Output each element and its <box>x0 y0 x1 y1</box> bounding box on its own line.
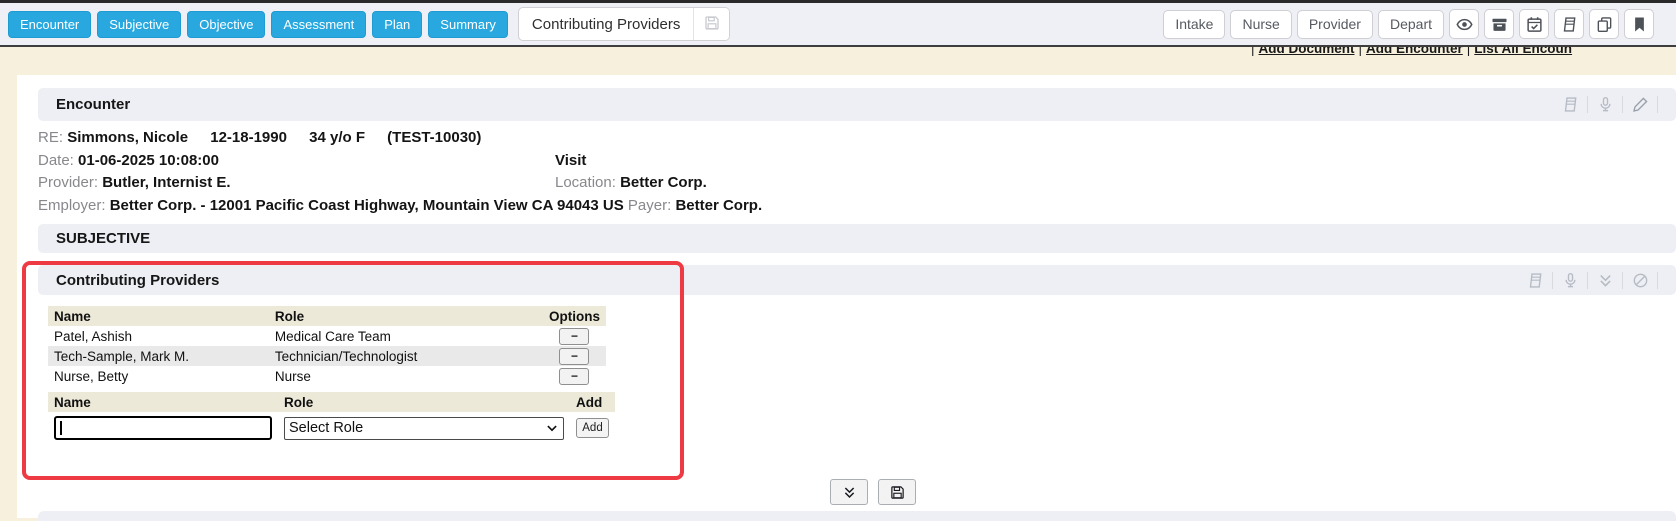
provider-name-cell: Tech-Sample, Mark M. <box>48 346 269 366</box>
patient-name: Simmons, Nicole <box>67 129 188 146</box>
nav-button-objective[interactable]: Objective <box>187 11 265 38</box>
nav-button-encounter[interactable]: Encounter <box>8 11 91 38</box>
provider-value: Butler, Internist E. <box>102 174 230 191</box>
subjective-section-header: SUBJECTIVE <box>38 224 1676 253</box>
name-column-header: Name <box>48 306 269 326</box>
date-value: 01-06-2025 10:08:00 <box>78 152 219 169</box>
encounter-header-icons <box>1553 96 1658 113</box>
encounter-section-header: Encounter <box>38 88 1676 121</box>
add-provider-button[interactable]: Add <box>576 418 609 438</box>
expand-sections-button[interactable] <box>830 479 868 505</box>
save-icon <box>890 485 905 500</box>
provider-line: Provider: Butler, Internist E. Location:… <box>38 172 1646 195</box>
add-column-header: Add <box>570 392 615 412</box>
provider-role-cell: Medical Care Team <box>269 326 543 346</box>
payer-label: Payer: <box>628 197 671 214</box>
location-label: Location: <box>555 174 616 191</box>
form-title: Contributing Providers <box>519 8 693 40</box>
add-form-input-row: Select Role Add <box>48 412 615 441</box>
form-footer-buttons <box>830 479 916 505</box>
toolbar-right-group: Intake Nurse Provider Depart <box>1163 9 1668 39</box>
nav-button-subjective[interactable]: Subjective <box>97 11 181 38</box>
table-row: Tech-Sample, Mark M. Technician/Technolo… <box>48 346 606 366</box>
provider-name-input[interactable] <box>54 416 272 440</box>
copy-button[interactable] <box>1589 9 1619 39</box>
notes-book-icon[interactable] <box>1553 96 1587 113</box>
depart-button[interactable]: Depart <box>1378 10 1444 39</box>
microphone-icon[interactable] <box>1587 96 1622 113</box>
collapse-chevrons-icon[interactable] <box>1587 272 1622 289</box>
next-section-bar <box>38 511 1676 521</box>
options-column-header: Options <box>543 306 606 326</box>
contributing-providers-header: Contributing Providers <box>38 265 1676 295</box>
calendar-check-icon <box>1526 16 1543 33</box>
remove-provider-button[interactable]: − <box>559 368 589 385</box>
employer-line: Employer: Better Corp. - 12001 Pacific C… <box>38 195 1646 218</box>
remove-provider-button[interactable]: − <box>559 348 589 365</box>
table-row: Nurse, Betty Nurse − <box>48 366 606 386</box>
add-role-column-header: Role <box>278 392 570 412</box>
intake-button[interactable]: Intake <box>1163 10 1225 39</box>
remove-provider-button[interactable]: − <box>559 328 589 345</box>
table-header-row: Name Role Options <box>48 306 606 326</box>
contributing-providers-title: Contributing Providers <box>56 272 219 289</box>
archive-icon <box>1491 16 1508 33</box>
visit-value: Visit <box>555 152 586 169</box>
eye-icon <box>1456 16 1473 33</box>
nav-button-summary[interactable]: Summary <box>428 11 508 38</box>
archive-button[interactable] <box>1484 9 1514 39</box>
nav-button-plan[interactable]: Plan <box>372 11 422 38</box>
patient-age-sex: 34 y/o F <box>309 129 365 146</box>
location-value: Better Corp. <box>620 174 707 191</box>
date-line: Date: 01-06-2025 10:08:00 Visit <box>38 150 1646 173</box>
provider-name-cell: Patel, Ashish <box>48 326 269 346</box>
encounter-section-title: Encounter <box>56 96 130 113</box>
employer-label: Employer: <box>38 197 106 214</box>
employer-value: Better Corp. - 12001 Pacific Coast Highw… <box>110 197 624 214</box>
role-select[interactable]: Select Role <box>284 417 564 440</box>
provider-label: Provider: <box>38 174 98 191</box>
role-column-header: Role <box>269 306 543 326</box>
save-icon <box>704 15 720 34</box>
book-button[interactable] <box>1554 9 1584 39</box>
provider-role-cell: Technician/Technologist <box>269 346 543 366</box>
provider-role-cell: Nurse <box>269 366 543 386</box>
subjective-section-title: SUBJECTIVE <box>56 230 150 247</box>
contributing-providers-header-icons <box>1518 272 1658 289</box>
bookmark-button[interactable] <box>1624 9 1654 39</box>
microphone-icon[interactable] <box>1552 272 1587 289</box>
add-form-header-row: Name Role Add <box>48 392 615 412</box>
copy-icon <box>1596 16 1613 33</box>
bookmark-icon <box>1631 16 1648 33</box>
edit-pencil-icon[interactable] <box>1622 96 1658 113</box>
top-toolbar: Encounter Subjective Objective Assessmen… <box>0 0 1676 47</box>
re-label: RE: <box>38 129 63 146</box>
add-name-column-header: Name <box>48 392 278 412</box>
form-save-button[interactable] <box>693 8 729 40</box>
provider-button[interactable]: Provider <box>1297 10 1373 39</box>
encounter-info: RE: Simmons, Nicole 12-18-1990 34 y/o F … <box>38 127 1646 217</box>
eye-button[interactable] <box>1449 9 1479 39</box>
contributing-providers-table: Name Role Options Patel, Ashish Medical … <box>48 306 606 386</box>
nurse-button[interactable]: Nurse <box>1230 10 1291 39</box>
form-title-box: Contributing Providers <box>518 7 730 41</box>
book-icon <box>1561 16 1578 33</box>
save-form-button[interactable] <box>878 479 916 505</box>
payer-value: Better Corp. <box>675 197 762 214</box>
table-row: Patel, Ashish Medical Care Team − <box>48 326 606 346</box>
date-label: Date: <box>38 152 74 169</box>
add-provider-form: Name Role Add Select Role <box>48 392 615 441</box>
calendar-check-button[interactable] <box>1519 9 1549 39</box>
patient-line: RE: Simmons, Nicole 12-18-1990 34 y/o F … <box>38 127 1646 150</box>
text-caret <box>60 421 62 435</box>
disable-slash-circle-icon[interactable] <box>1622 272 1658 289</box>
provider-name-cell: Nurse, Betty <box>48 366 269 386</box>
notes-book-icon[interactable] <box>1518 272 1552 289</box>
patient-id: (TEST-10030) <box>387 129 481 146</box>
nav-button-assessment[interactable]: Assessment <box>271 11 366 38</box>
chevron-double-down-icon <box>842 485 857 500</box>
patient-dob: 12-18-1990 <box>210 129 287 146</box>
main-panel: Encounter RE: Simmons, Nicole 12-18-1990… <box>17 75 1676 518</box>
